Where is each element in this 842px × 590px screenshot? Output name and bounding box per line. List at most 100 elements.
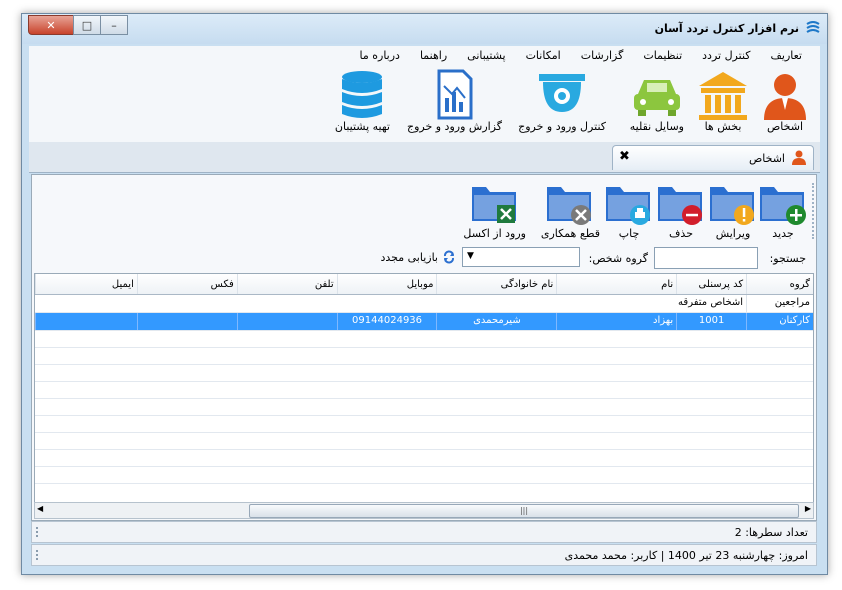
empty-row	[35, 382, 813, 399]
cell-mobile: 09144024936	[336, 313, 437, 330]
cell-last-name: شیرمحمدی	[436, 313, 556, 330]
cell-group: کارکنان	[746, 313, 813, 330]
menu-about[interactable]: درباره ما	[350, 46, 410, 66]
building-icon	[699, 72, 747, 120]
window-title: نرم افزار کنترل تردد آسان	[654, 22, 799, 35]
folder-add-icon	[760, 187, 806, 225]
cell-group: مراجعین	[746, 295, 813, 312]
edit-button[interactable]: ویرایش	[708, 179, 758, 240]
menu-support[interactable]: پشتیبانی	[457, 46, 515, 66]
resize-grip[interactable]	[36, 527, 44, 537]
delete-button[interactable]: حذف	[656, 179, 706, 240]
cell-email	[35, 313, 137, 330]
table-row[interactable]: مراجعین اشخاص متفرقه	[35, 295, 813, 313]
tab-persons-label: اشخاص	[748, 152, 785, 165]
status-text: امروز: چهارشنبه 23 تیر 1400 | کاربر: محم…	[564, 549, 808, 562]
search-label: جستجو:	[769, 252, 806, 265]
horizontal-scrollbar[interactable]: ◀ ||| ▶	[34, 502, 814, 519]
person-group-select[interactable]: ▼	[462, 247, 580, 267]
cell-fax	[136, 313, 237, 330]
menu-reports[interactable]: گزارشات	[571, 46, 634, 66]
chevron-down-icon[interactable]: ▼	[467, 251, 474, 261]
close-window-button[interactable]: ✕	[28, 15, 74, 35]
column-personnel-code[interactable]: کد پرسنلی	[676, 274, 746, 294]
ribbon-bar: اشخاص بخش ها وسایل نقلیه کنترل ورود و خر…	[29, 66, 820, 143]
close-tab-icon[interactable]: ✖	[619, 149, 630, 164]
empty-row	[35, 416, 813, 433]
menu-help[interactable]: راهنما	[410, 46, 457, 66]
empty-row	[35, 467, 813, 484]
column-fax[interactable]: فکس	[136, 274, 237, 294]
empty-row	[35, 399, 813, 416]
folder-warning-icon	[710, 187, 754, 225]
ribbon-vehicles-button[interactable]: وسایل نقلیه	[630, 68, 684, 133]
app-logo-icon	[806, 21, 820, 33]
import-excel-button[interactable]: ورود از اکسل	[463, 179, 526, 240]
toolbar-grip[interactable]	[809, 183, 814, 239]
database-icon	[342, 71, 383, 118]
terminate-cooperation-button[interactable]: قطع همکاری	[541, 179, 600, 240]
scroll-right-icon[interactable]: ▶	[805, 504, 811, 513]
folder-remove-icon	[658, 187, 702, 225]
cell-empty	[337, 295, 437, 312]
camera-icon	[539, 74, 586, 112]
cell-empty	[436, 295, 556, 312]
column-phone[interactable]: تلفن	[236, 274, 337, 294]
menu-bar: تعاریف کنترل تردد تنظیمات گزارشات امکانا…	[29, 46, 820, 66]
empty-row	[35, 365, 813, 382]
print-button[interactable]: چاپ	[604, 179, 654, 240]
cell-first-name: بهزاد	[556, 313, 676, 330]
empty-row	[35, 331, 813, 348]
refresh-button[interactable]: بازیابی مجدد	[380, 250, 456, 264]
persons-panel: جدید ویرایش حذف چاپ قطع همکاری ورود از ا…	[31, 174, 817, 521]
empty-row	[35, 450, 813, 467]
refresh-icon	[444, 250, 454, 264]
report-icon	[437, 69, 473, 120]
ribbon-backup-button[interactable]: تهیه پشتیبان	[335, 68, 390, 133]
column-group[interactable]: گروه	[746, 274, 813, 294]
folder-cancel-icon	[547, 187, 592, 225]
column-last-name[interactable]: نام خانوادگی	[436, 274, 556, 294]
title-bar[interactable]: ✕ □ – نرم افزار کنترل تردد آسان	[22, 14, 827, 44]
cell-personnel-code: 1001	[676, 313, 746, 330]
resize-grip[interactable]	[36, 550, 44, 560]
car-icon	[633, 80, 680, 116]
persons-toolbar: جدید ویرایش حذف چاپ قطع همکاری ورود از ا…	[32, 177, 816, 243]
ribbon-persons-button[interactable]: اشخاص	[758, 68, 812, 133]
menu-features[interactable]: امکانات	[516, 46, 571, 66]
ribbon-departments-button[interactable]: بخش ها	[696, 68, 750, 133]
scrollbar-thumb[interactable]: |||	[249, 504, 799, 518]
status-bar: امروز: چهارشنبه 23 تیر 1400 | کاربر: محم…	[31, 544, 817, 566]
search-bar: جستجو: گروه شخص: ▼ بازیابی مجدد	[32, 245, 816, 271]
maximize-window-button[interactable]: □	[73, 15, 101, 35]
row-count-bar: تعداد سطرها: 2	[31, 521, 817, 543]
refresh-label: بازیابی مجدد	[380, 250, 438, 264]
menu-traffic-control[interactable]: کنترل تردد	[692, 46, 760, 66]
tab-persons[interactable]: اشخاص ✖	[612, 145, 814, 170]
scroll-left-icon[interactable]: ◀	[37, 504, 43, 513]
ribbon-traffic-report-button[interactable]: گزارش ورود و خروج	[407, 68, 502, 133]
cell-empty	[137, 295, 237, 312]
folder-excel-icon	[471, 187, 516, 223]
minimize-window-button[interactable]: –	[100, 15, 128, 35]
new-button[interactable]: جدید	[758, 179, 808, 240]
person-tab-icon	[792, 150, 806, 165]
cell-empty	[237, 295, 337, 312]
group-title-cell: اشخاص متفرقه	[678, 297, 744, 308]
ribbon-access-control-button[interactable]: کنترل ورود و خروج	[518, 68, 606, 133]
search-input[interactable]	[654, 247, 758, 269]
person-icon	[764, 74, 806, 120]
menu-settings[interactable]: تنظیمات	[633, 46, 692, 66]
cell-phone	[236, 313, 337, 330]
column-mobile[interactable]: موبایل	[336, 274, 437, 294]
menu-definitions[interactable]: تعاریف	[761, 46, 812, 66]
empty-row	[35, 433, 813, 450]
column-first-name[interactable]: نام	[556, 274, 676, 294]
column-email[interactable]: ایمیل	[35, 274, 137, 294]
cell-empty	[35, 295, 137, 312]
document-tab-strip: اشخاص ✖	[29, 142, 820, 173]
empty-row	[35, 348, 813, 365]
person-group-label: گروه شخص:	[588, 252, 648, 265]
table-row-selected[interactable]: کارکنان 1001 بهزاد شیرمحمدی 09144024936	[35, 313, 813, 331]
persons-grid: گروه کد پرسنلی نام نام خانوادگی موبایل ت…	[34, 273, 814, 503]
